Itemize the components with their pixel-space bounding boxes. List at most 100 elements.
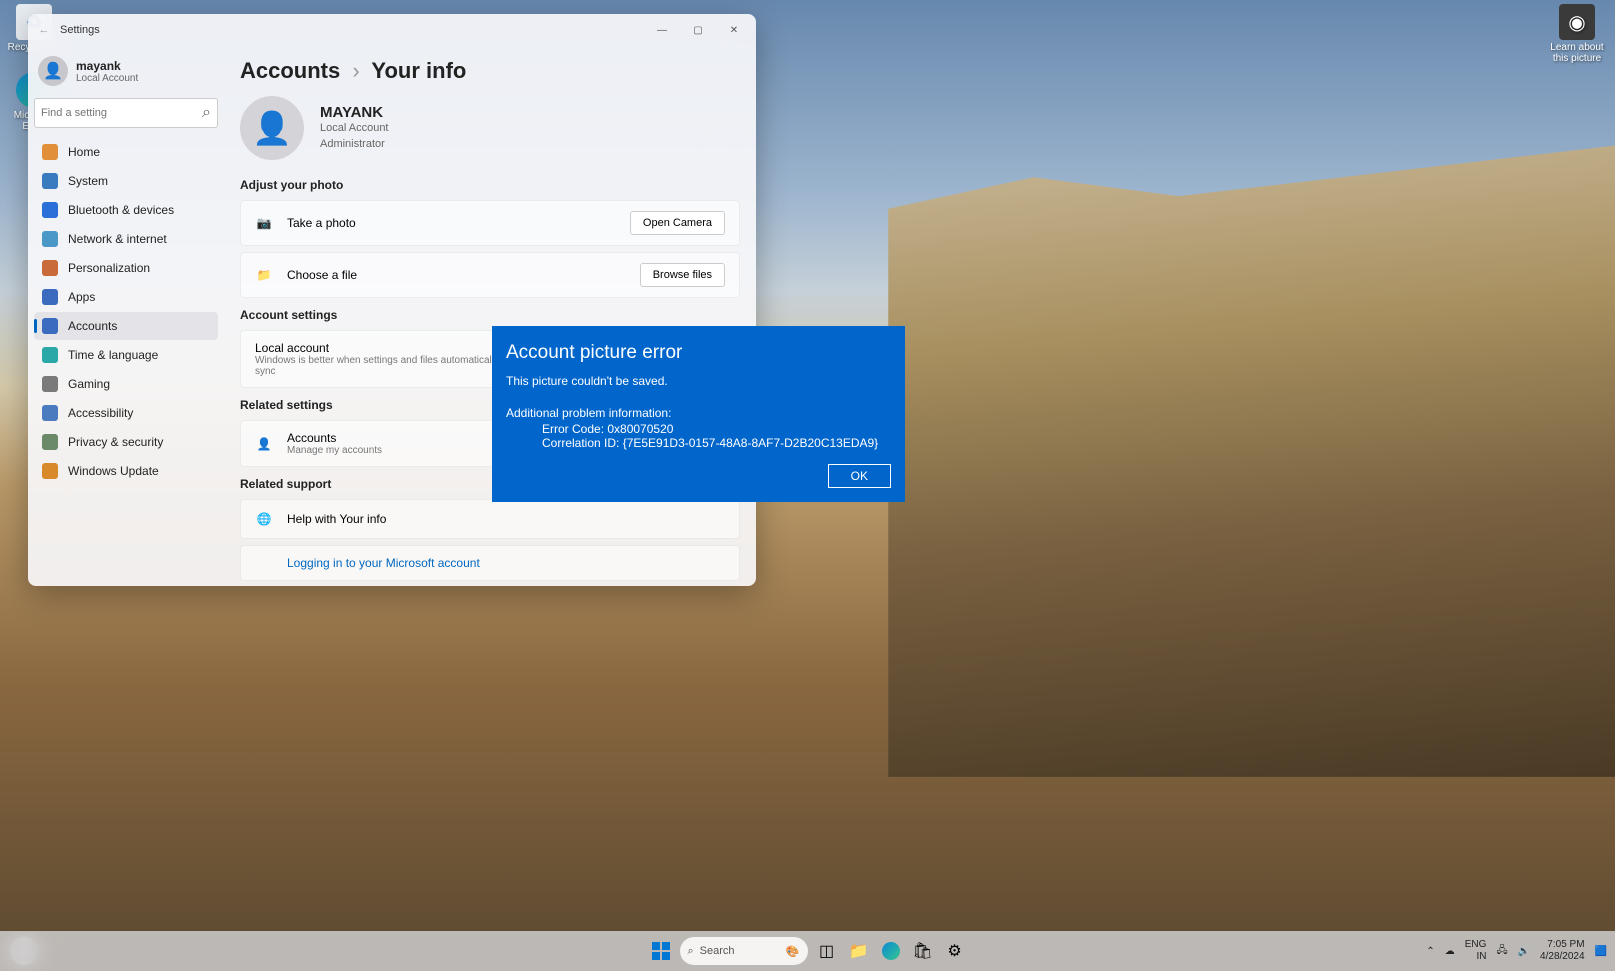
nav-icon (42, 347, 58, 363)
learn-label: Learn about this picture (1547, 42, 1607, 64)
task-view-button[interactable]: ◫ (814, 938, 840, 964)
sidebar-item-privacy-security[interactable]: Privacy & security (34, 428, 218, 456)
explorer-button[interactable]: 📁 (846, 938, 872, 964)
breadcrumb-parent[interactable]: Accounts (240, 58, 340, 83)
language-indicator[interactable]: ENG IN (1465, 939, 1487, 963)
nav-label: Apps (68, 290, 95, 304)
nav-icon (42, 144, 58, 160)
volume-icon[interactable]: 🔊 (1518, 946, 1530, 957)
sidebar-item-apps[interactable]: Apps (34, 283, 218, 311)
nav-icon (42, 463, 58, 479)
nav-label: Privacy & security (68, 435, 163, 449)
help-your-info-card[interactable]: 🌐 Help with Your info (240, 499, 740, 539)
sidebar-item-accounts[interactable]: Accounts (34, 312, 218, 340)
profile-header: 👤 MAYANK Local Account Administrator (240, 96, 740, 160)
minimize-button[interactable]: — (644, 25, 680, 36)
taskbar-search[interactable]: ⌕ Search 🎨 (680, 937, 808, 965)
sidebar-item-gaming[interactable]: Gaming (34, 370, 218, 398)
error-info-head: Additional problem information: (506, 406, 891, 420)
tray-chevron-icon[interactable]: ⌃ (1426, 946, 1434, 957)
camera-icon: 📷 (255, 214, 273, 232)
help-your-info-label: Help with Your info (287, 512, 725, 526)
account-settings-head: Account settings (240, 308, 740, 322)
desktop-icon-learn-picture[interactable]: ◉ Learn about this picture (1547, 4, 1607, 64)
search-highlight-icon: 🎨 (786, 945, 800, 958)
sidebar-item-time-language[interactable]: Time & language (34, 341, 218, 369)
take-photo-label: Take a photo (287, 216, 616, 230)
profile-type: Local Account (320, 121, 389, 136)
sidebar-item-network-internet[interactable]: Network & internet (34, 225, 218, 253)
browse-files-button[interactable]: Browse files (640, 263, 725, 287)
folder-icon: 📁 (255, 266, 273, 284)
nav-icon (42, 318, 58, 334)
person-icon: 👤 (255, 435, 273, 453)
ms-login-card[interactable]: Logging in to your Microsoft account (240, 545, 740, 581)
nav-label: Network & internet (68, 232, 167, 246)
sidebar-user-block[interactable]: 👤 mayank Local Account (34, 50, 218, 98)
open-camera-button[interactable]: Open Camera (630, 211, 725, 235)
error-title: Account picture error (506, 342, 891, 364)
settings-taskbar-button[interactable]: ⚙ (942, 938, 968, 964)
breadcrumb-current: Your info (371, 58, 466, 83)
nav-label: Accounts (68, 319, 117, 333)
nav-icon (42, 434, 58, 450)
taskbar: ⌕ Search 🎨 ◫ 📁 🛍 ⚙ ⌃ ☁ ENG IN 🖧 🔊 7:05 P… (0, 931, 1615, 971)
close-button[interactable]: ✕ (716, 25, 752, 36)
nav-icon (42, 202, 58, 218)
sidebar-item-bluetooth-devices[interactable]: Bluetooth & devices (34, 196, 218, 224)
network-icon[interactable]: 🖧 (1496, 943, 1507, 960)
nav-label: Bluetooth & devices (68, 203, 174, 217)
nav-icon (42, 260, 58, 276)
nav-icon (42, 231, 58, 247)
nav-label: Time & language (68, 348, 158, 362)
clock-date: 4/28/2024 (1540, 951, 1585, 963)
local-account-label: Local account (255, 341, 518, 355)
sidebar-item-personalization[interactable]: Personalization (34, 254, 218, 282)
search-icon: ⌕ (202, 104, 211, 122)
clock-time: 7:05 PM (1540, 939, 1585, 951)
sidebar-item-home[interactable]: Home (34, 138, 218, 166)
breadcrumb: Accounts › Your info (240, 58, 740, 84)
nav-label: Personalization (68, 261, 150, 275)
search-box[interactable]: ⌕ (34, 98, 218, 128)
system-tray: ⌃ ☁ ENG IN 🖧 🔊 7:05 PM 4/28/2024 🟦 (1426, 939, 1607, 963)
search-icon: ⌕ (688, 945, 694, 958)
onedrive-icon[interactable]: ☁ (1445, 946, 1455, 957)
choose-file-card: 📁 Choose a file Browse files (240, 252, 740, 298)
maximize-button[interactable]: ▢ (680, 25, 716, 36)
error-message: This picture couldn't be saved. (506, 374, 891, 388)
local-account-sub: Windows is better when settings and file… (255, 355, 518, 377)
ms-login-link[interactable]: Logging in to your Microsoft account (287, 556, 480, 570)
sidebar-user-name: mayank (76, 59, 138, 73)
error-correlation-id: Correlation ID: {7E5E91D3-0157-48A8-8AF7… (506, 436, 891, 450)
store-button[interactable]: 🛍 (910, 938, 936, 964)
take-photo-card: 📷 Take a photo Open Camera (240, 200, 740, 246)
sidebar: 👤 mayank Local Account ⌕ Home System Bluet… (28, 46, 224, 586)
edge-button[interactable] (878, 938, 904, 964)
nav-label: Home (68, 145, 100, 159)
user-avatar-icon: 👤 (38, 56, 68, 86)
search-input[interactable] (41, 107, 202, 119)
sidebar-item-windows-update[interactable]: Windows Update (34, 457, 218, 485)
nav-icon (42, 173, 58, 189)
ok-button[interactable]: OK (828, 464, 891, 488)
sidebar-item-system[interactable]: System (34, 167, 218, 195)
error-code: Error Code: 0x80070520 (506, 422, 891, 436)
clock[interactable]: 7:05 PM 4/28/2024 (1540, 939, 1585, 963)
globe-icon: 🌐 (255, 510, 273, 528)
back-button[interactable]: ← (32, 24, 56, 36)
nav-label: System (68, 174, 108, 188)
sidebar-user-type: Local Account (76, 73, 138, 84)
taskbar-search-label: Search (700, 945, 735, 957)
start-button[interactable] (648, 938, 674, 964)
nav-label: Gaming (68, 377, 110, 391)
profile-name: MAYANK (320, 104, 389, 121)
main-content: Accounts › Your info 👤 MAYANK Local Acco… (224, 46, 756, 586)
photo-section-head: Adjust your photo (240, 178, 740, 192)
profile-role: Administrator (320, 137, 389, 152)
chevron-right-icon: › (352, 58, 359, 83)
sidebar-item-accessibility[interactable]: Accessibility (34, 399, 218, 427)
choose-file-label: Choose a file (287, 268, 626, 282)
nav-icon (42, 376, 58, 392)
copilot-icon[interactable]: 🟦 (1595, 946, 1607, 957)
